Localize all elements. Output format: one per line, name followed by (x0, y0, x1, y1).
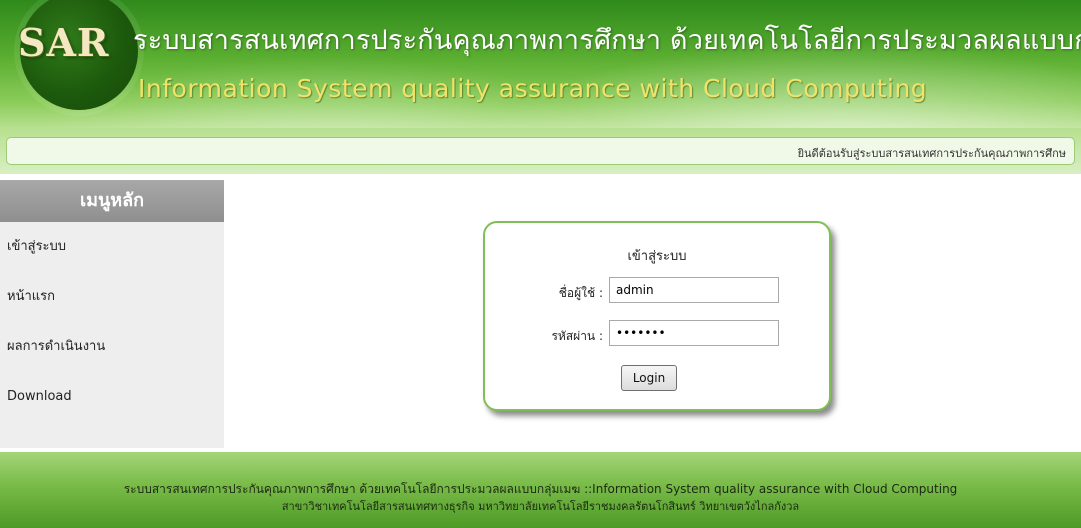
welcome-message: ยินดีต้อนรับสู่ระบบสารสนเทศการประกันคุณภ… (797, 147, 1066, 160)
welcome-bar: ยินดีต้อนรับสู่ระบบสารสนเทศการประกันคุณภ… (6, 137, 1075, 165)
username-label: ชื่อผู้ใช้ : (558, 286, 603, 300)
login-form: เข้าสู่ระบบ ชื่อผู้ใช้ : รหัสผ่าน : Logi… (483, 221, 831, 411)
sidebar-item-results[interactable]: ผลการดำเนินงาน (0, 322, 224, 372)
password-input[interactable] (609, 320, 779, 346)
site-title-english: Information System quality assurance wit… (138, 74, 928, 103)
login-button[interactable]: Login (621, 365, 677, 391)
site-title-thai: ระบบสารสนเทศการประกันคุณภาพการศึกษา ด้วย… (133, 25, 1081, 56)
sidebar-item-login[interactable]: เข้าสู่ระบบ (0, 222, 224, 272)
sidebar-item-home[interactable]: หน้าแรก (0, 272, 224, 322)
welcome-strip: ยินดีต้อนรับสู่ระบบสารสนเทศการประกันคุณภ… (0, 128, 1081, 174)
logo: SAR (18, 20, 110, 65)
username-input[interactable] (609, 277, 779, 303)
footer-department: สาขาวิชาเทคโนโลยีสารสนเทศทางธุรกิจ มหาวิ… (281, 500, 800, 513)
menu-heading: เมนูหลัก (0, 180, 224, 222)
header-banner: SAR ระบบสารสนเทศการประกันคุณภาพการศึกษา … (0, 0, 1081, 128)
password-label: รหัสผ่าน : (551, 329, 603, 343)
footer: ระบบสารสนเทศการประกันคุณภาพการศึกษา ด้วย… (0, 452, 1081, 528)
sidebar-menu: เมนูหลัก เข้าสู่ระบบ หน้าแรก ผลการดำเนิน… (0, 180, 224, 448)
login-title: เข้าสู่ระบบ (627, 249, 687, 264)
sidebar-item-download[interactable]: Download (0, 372, 224, 422)
